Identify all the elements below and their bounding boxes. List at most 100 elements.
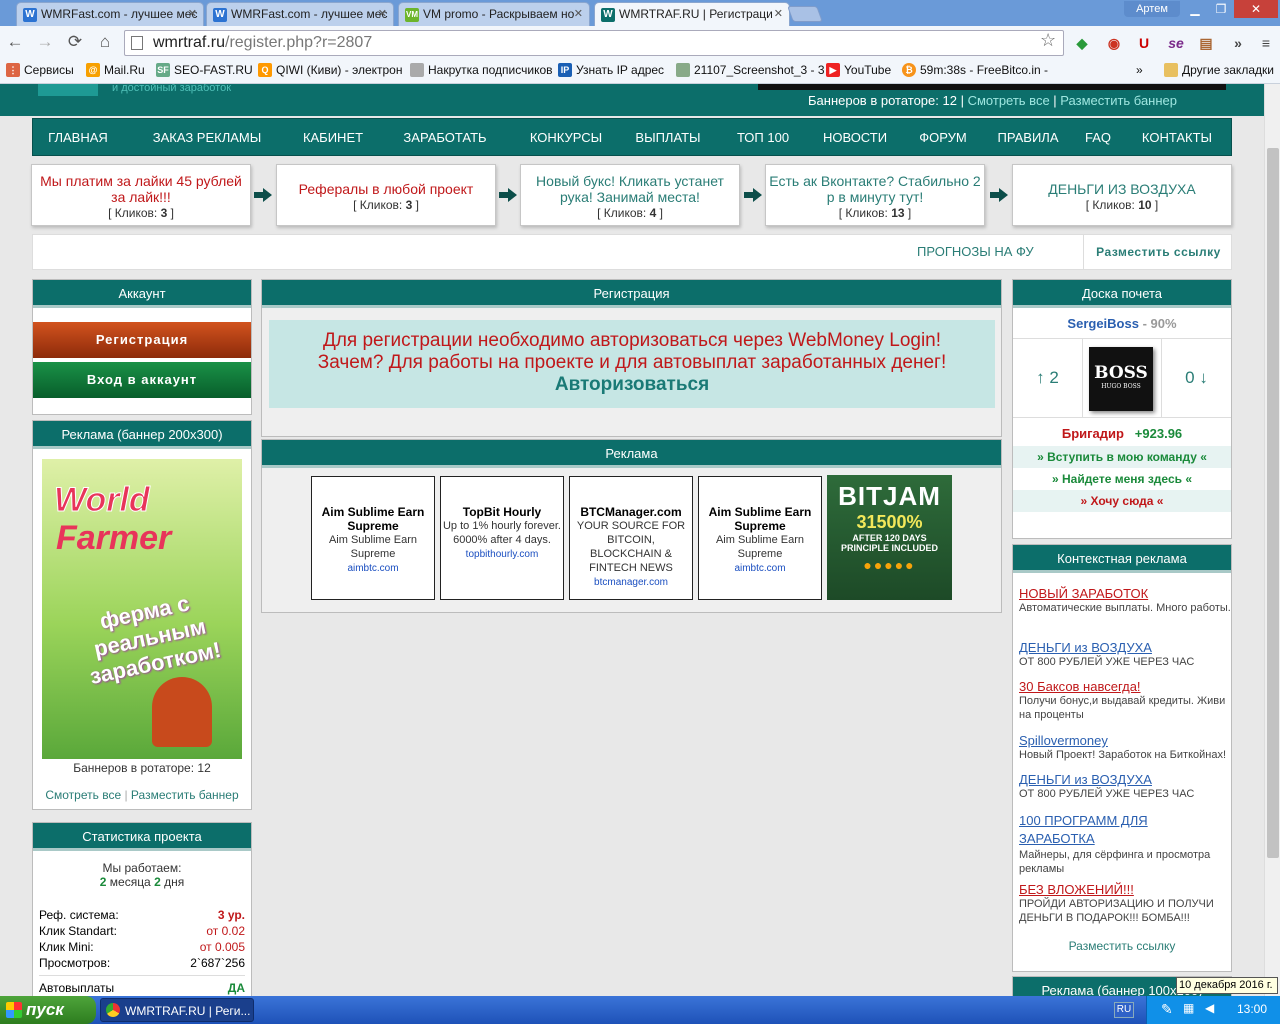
- authorize-link[interactable]: Авторизоваться: [269, 374, 995, 396]
- home-icon[interactable]: ⌂: [94, 31, 116, 53]
- join-team-link[interactable]: » Вступить в мою команду «: [1013, 446, 1231, 468]
- menu-earn[interactable]: ЗАРАБОТАТЬ: [395, 119, 495, 157]
- menu-contacts[interactable]: КОНТАКТЫ: [1137, 119, 1217, 157]
- bookmark-qiwi[interactable]: Q QIWI (Киви) - электрон: [258, 63, 402, 77]
- ad-card[interactable]: BTCManager.com YOUR SOURCE FOR BITCOIN, B…: [569, 476, 693, 600]
- scrollbar-thumb[interactable]: [1267, 148, 1279, 858]
- honor-vote-row: ↑ 2 BOSS HUGO BOSS 0 ↓: [1013, 338, 1231, 418]
- taskbar-chrome-window[interactable]: WMRTRAF.RU | Реги...: [100, 998, 254, 1022]
- menu-payouts[interactable]: ВЫПЛАТЫ: [631, 119, 705, 157]
- close-icon[interactable]: ✕: [774, 7, 783, 20]
- world-of-farmer-banner[interactable]: World Farmer ферма с реальным заработком…: [42, 459, 242, 759]
- close-icon[interactable]: ✕: [574, 7, 583, 20]
- bookmark-star-icon[interactable]: ☆: [1040, 30, 1056, 51]
- forward-icon[interactable]: →: [34, 31, 56, 53]
- site-logo[interactable]: [38, 84, 98, 96]
- back-icon[interactable]: ←: [4, 31, 26, 53]
- reload-icon[interactable]: ⟳: [64, 31, 86, 53]
- bitjam-ad[interactable]: BITJAM 31500% AFTER 120 DAYS PRINCIPLE I…: [827, 475, 952, 600]
- context-ad-link[interactable]: БЕЗ ВЛОЖЕНИЙ!!!: [1019, 882, 1134, 897]
- context-ad-link[interactable]: 100 ПРОГРАММ ДЛЯ ЗАРАБОТКА: [1019, 813, 1148, 846]
- bitcoin-icon: ₿: [902, 63, 916, 77]
- close-icon[interactable]: ✕: [188, 7, 197, 20]
- menu-order-ads[interactable]: ЗАКАЗ РЕКЛАМЫ: [143, 119, 271, 157]
- rank-label: Бригадир: [1061, 426, 1124, 441]
- place-banner-link[interactable]: Разместить баннер: [131, 788, 239, 802]
- bookmark-ip[interactable]: IP Узнать IP адрес: [558, 63, 664, 77]
- see-all-banners-link[interactable]: Смотреть все: [968, 93, 1050, 108]
- register-button[interactable]: Регистрация: [33, 322, 251, 358]
- maximize-icon[interactable]: ❐: [1208, 0, 1234, 18]
- se-extension-icon[interactable]: se: [1166, 33, 1186, 53]
- menu-icon[interactable]: ≡: [1256, 33, 1276, 53]
- address-bar[interactable]: wmrtraf.ru/register.php?r=2807: [124, 30, 1064, 56]
- bookmark-seofast[interactable]: SF SEO-FAST.RU: [156, 63, 253, 77]
- new-tab-button[interactable]: [787, 6, 823, 22]
- context-place-link[interactable]: Разместить ссылку: [1013, 939, 1231, 953]
- bookmark-nakrutka[interactable]: Накрутка подписчиков: [410, 63, 553, 77]
- bitjam-name: BITJAM: [838, 481, 941, 511]
- language-indicator[interactable]: RU: [1114, 1002, 1134, 1018]
- find-me-link[interactable]: » Найдете меня здесь «: [1013, 468, 1231, 490]
- context-ad-link[interactable]: НОВЫЙ ЗАРАБОТОК: [1019, 586, 1148, 601]
- login-button[interactable]: Вход в аккаунт: [33, 362, 251, 398]
- minimize-icon[interactable]: ▁: [1182, 0, 1208, 18]
- bookmark-services[interactable]: ⋮ Сервисы: [6, 63, 74, 77]
- bookmark-freebitco[interactable]: ₿ 59m:38s - FreeBitco.in -: [902, 63, 1048, 77]
- task-label: WMRTRAF.RU | Реги...: [125, 1004, 251, 1018]
- tab-4-active[interactable]: W WMRTRAF.RU | Регистраци ✕: [594, 2, 790, 26]
- ticker-link[interactable]: ПРОГНОЗЫ НА ФУ: [917, 244, 1034, 259]
- start-button[interactable]: пуск: [0, 996, 96, 1024]
- bookmark-screenshot[interactable]: 21107_Screenshot_3 - 3: [676, 63, 825, 77]
- ad-card[interactable]: Aim Sublime Earn Supreme Aim Sublime Earn…: [698, 476, 822, 600]
- tab-3[interactable]: VM VM promo - Раскрываем но ✕: [398, 2, 590, 26]
- menu-top100[interactable]: ТОП 100: [731, 119, 795, 157]
- want-here-link[interactable]: » Хочу сюда «: [1013, 490, 1231, 512]
- profile-button[interactable]: Артем: [1124, 1, 1180, 17]
- close-icon[interactable]: ✕: [378, 7, 387, 20]
- tab-1[interactable]: W WMRFast.com - лучшее мес ✕: [16, 2, 204, 26]
- context-ad-link[interactable]: ДЕНЬГИ из ВОЗДУХА: [1019, 640, 1152, 655]
- other-bookmarks[interactable]: Другие закладки: [1164, 63, 1274, 77]
- more-extensions-icon[interactable]: »: [1228, 33, 1248, 53]
- place-banner-link[interactable]: Разместить баннер: [1060, 93, 1177, 108]
- clicks-label: Кликов:: [359, 198, 403, 212]
- ad-card[interactable]: TopBit Hourly Up to 1% hourly forever. 60…: [440, 476, 564, 600]
- feather-icon[interactable]: ✎: [1161, 1001, 1173, 1018]
- honor-username[interactable]: SergeiBoss: [1067, 316, 1139, 331]
- context-ad-link[interactable]: 30 Баксов навсегда!: [1019, 679, 1141, 694]
- bookmark-mailru[interactable]: @ Mail.Ru: [86, 63, 145, 77]
- tab-2[interactable]: W WMRFast.com - лучшее мес ✕: [206, 2, 394, 26]
- clock[interactable]: 13:00: [1237, 1002, 1267, 1016]
- teaser-2[interactable]: Рефералы в любой проект [ Кликов: 3 ]: [276, 164, 496, 226]
- menu-news[interactable]: НОВОСТИ: [821, 119, 889, 157]
- teaser-3[interactable]: Новый букс! Кликать устанет рука! Занима…: [520, 164, 740, 226]
- cube-extension-icon[interactable]: ◆: [1072, 33, 1092, 53]
- vote-down-button[interactable]: 0 ↓: [1161, 339, 1231, 417]
- window-close-icon[interactable]: ✕: [1234, 0, 1278, 18]
- see-all-link[interactable]: Смотреть все: [45, 788, 121, 802]
- menu-contests[interactable]: КОНКУРСЫ: [527, 119, 605, 157]
- bookmark-youtube[interactable]: ▶ YouTube: [826, 63, 891, 77]
- bookmarks-overflow[interactable]: »: [1136, 63, 1143, 77]
- volume-icon[interactable]: ◀: [1205, 1001, 1214, 1015]
- menu-cabinet[interactable]: КАБИНЕТ: [295, 119, 371, 157]
- extension-icon[interactable]: ▤: [1196, 33, 1216, 53]
- vote-up-button[interactable]: ↑ 2: [1013, 339, 1083, 417]
- page-scrollbar[interactable]: [1264, 84, 1280, 996]
- menu-faq[interactable]: FAQ: [1083, 119, 1113, 157]
- context-ad-link[interactable]: ДЕНЬГИ из ВОЗДУХА: [1019, 772, 1152, 787]
- place-link-button[interactable]: Разместить ссылку: [1083, 235, 1233, 269]
- menu-forum[interactable]: ФОРУМ: [915, 119, 971, 157]
- top-banner[interactable]: [758, 84, 1226, 90]
- teaser-5[interactable]: ДЕНЬГИ ИЗ ВОЗДУХА [ Кликов: 10 ]: [1012, 164, 1232, 226]
- teaser-1[interactable]: Мы платим за лайки 45 рублей за лайк!!! …: [31, 164, 251, 226]
- teaser-4[interactable]: Есть ак Вконтакте? Стабильно 2 р в минут…: [765, 164, 985, 226]
- menu-home[interactable]: ГЛАВНАЯ: [33, 119, 123, 157]
- network-icon[interactable]: ▦: [1183, 1001, 1194, 1015]
- menu-rules[interactable]: ПРАВИЛА: [995, 119, 1061, 157]
- context-ad-link[interactable]: Spillovermoney: [1019, 733, 1108, 748]
- u-extension-icon[interactable]: U: [1134, 33, 1154, 53]
- ad-card[interactable]: Aim Sublime Earn Supreme Aim Sublime Earn…: [311, 476, 435, 600]
- extension-icon[interactable]: ◉: [1104, 33, 1124, 53]
